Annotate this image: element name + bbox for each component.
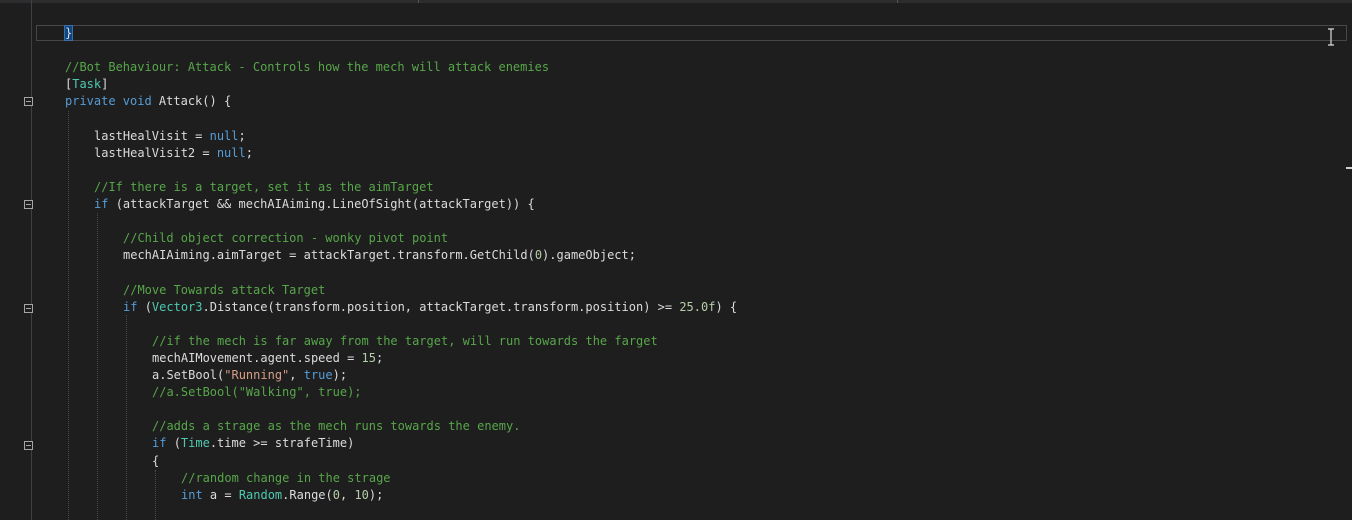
code-token: void: [122, 94, 159, 109]
code-token: "Running": [224, 368, 290, 382]
text-cursor-icon: [1328, 28, 1334, 46]
code-token: (: [144, 299, 152, 314]
code-line[interactable]: //Child object correction - wonky pivot …: [123, 230, 448, 247]
code-line[interactable]: mechAIMovement.agent.speed = 15;: [152, 350, 383, 367]
collapse-icon[interactable]: [24, 97, 33, 106]
code-token: //If there is a target, set it as the ai…: [94, 179, 434, 194]
current-line-highlight: [36, 25, 1347, 41]
indent-guide: [155, 470, 156, 520]
code-token: 0: [332, 487, 340, 502]
code-token: true: [303, 368, 333, 382]
code-token: lastHealVisit2 =: [94, 145, 217, 160]
code-token: .Distance(transform.position, attackTarg…: [202, 299, 680, 314]
code-token: //if the mech is far away from the targe…: [152, 333, 658, 348]
code-token: if: [123, 299, 145, 314]
code-token: mechAIMovement.agent.speed =: [152, 350, 362, 365]
code-token: (: [173, 436, 181, 451]
code-token: );: [332, 368, 348, 382]
code-token: //random change in the strage: [181, 470, 391, 485]
code-line[interactable]: }: [63, 25, 74, 42]
code-token: ;: [238, 128, 246, 143]
top-strip-divider: [418, 0, 419, 3]
editor-top-strip: [0, 0, 1352, 3]
code-token: mechAIAiming.aimTarget = attackTarget.tr…: [123, 248, 535, 263]
code-line[interactable]: lastHealVisit = null;: [94, 128, 246, 145]
code-token: ,: [339, 487, 355, 502]
code-token: );: [368, 487, 384, 502]
code-token: Task: [72, 77, 102, 92]
code-line[interactable]: //adds a strage as the mech runs towards…: [152, 418, 520, 435]
code-token: .time >= strafeTime): [209, 436, 355, 451]
collapse-icon[interactable]: [24, 200, 33, 209]
code-line[interactable]: int a = Random.Range(0, 10);: [181, 487, 383, 504]
code-token: {: [152, 453, 160, 468]
code-line[interactable]: a.SetBool("Running", true);: [152, 367, 347, 384]
code-token: 15: [361, 350, 376, 365]
code-token: private: [65, 94, 123, 109]
code-token: (attackTarget && mechAIAiming.LineOfSigh…: [115, 197, 535, 211]
code-token: null: [209, 128, 239, 143]
code-line[interactable]: lastHealVisit2 = null;: [94, 145, 253, 162]
code-token: //Child object correction - wonky pivot …: [123, 231, 449, 246]
code-token: 0: [534, 248, 543, 263]
code-token: ;: [375, 350, 384, 365]
code-editor[interactable]: } //Bot Behaviour: Attack - Controls how …: [0, 0, 1352, 520]
code-token: //a.SetBool("Walking", true);: [152, 385, 362, 400]
code-line[interactable]: //a.SetBool("Walking", true);: [152, 384, 362, 401]
code-token: if: [94, 197, 116, 211]
code-token: ).gameObject;: [542, 248, 636, 263]
code-line[interactable]: mechAIAiming.aimTarget = attackTarget.tr…: [123, 247, 636, 264]
indent-guide: [126, 315, 127, 520]
collapse-icon[interactable]: [24, 304, 33, 313]
code-line[interactable]: if (Time.time >= strafeTime): [152, 435, 354, 452]
collapse-icon[interactable]: [24, 441, 33, 450]
code-line[interactable]: //Move Towards attack Target: [123, 282, 325, 299]
code-token: lastHealVisit =: [94, 128, 210, 143]
code-token: Vector3: [151, 299, 203, 314]
code-token: //Bot Behaviour: Attack - Controls how t…: [65, 60, 550, 75]
code-token: a.SetBool(: [152, 368, 225, 382]
code-token: 10: [354, 487, 369, 502]
indent-guide: [68, 111, 69, 520]
code-token: .Range(: [282, 487, 333, 502]
code-line[interactable]: //if the mech is far away from the targe…: [152, 333, 658, 350]
code-line[interactable]: {: [152, 453, 159, 470]
code-token: Random: [238, 487, 283, 502]
code-line[interactable]: //Bot Behaviour: Attack - Controls how t…: [65, 59, 549, 76]
code-token: Time: [180, 436, 210, 451]
code-token: ;: [245, 145, 253, 160]
code-token: Attack() {: [158, 94, 232, 109]
code-token: ]: [101, 77, 109, 92]
code-token: //Move Towards attack Target: [123, 282, 326, 297]
code-token: ,: [289, 368, 304, 382]
code-token: 25.0f: [679, 299, 716, 314]
code-token: a =: [209, 487, 239, 502]
indent-guide: [97, 213, 98, 520]
code-line[interactable]: //If there is a target, set it as the ai…: [94, 179, 434, 196]
code-token: ) {: [715, 299, 738, 314]
code-line[interactable]: if (attackTarget && mechAIAiming.LineOfS…: [94, 196, 535, 213]
code-token: }: [63, 25, 74, 41]
code-line[interactable]: //random change in the strage: [181, 470, 391, 487]
code-token: int: [181, 487, 210, 502]
scrollbar-marker[interactable]: [1346, 167, 1352, 169]
code-line[interactable]: private void Attack() {: [65, 93, 231, 110]
top-strip-divider: [897, 0, 898, 3]
code-token: //adds a strage as the mech runs towards…: [152, 419, 521, 434]
code-token: if: [152, 436, 174, 451]
code-token: null: [216, 145, 246, 160]
code-line[interactable]: [Task]: [65, 76, 108, 93]
code-line[interactable]: if (Vector3.Distance(transform.position,…: [123, 299, 737, 316]
